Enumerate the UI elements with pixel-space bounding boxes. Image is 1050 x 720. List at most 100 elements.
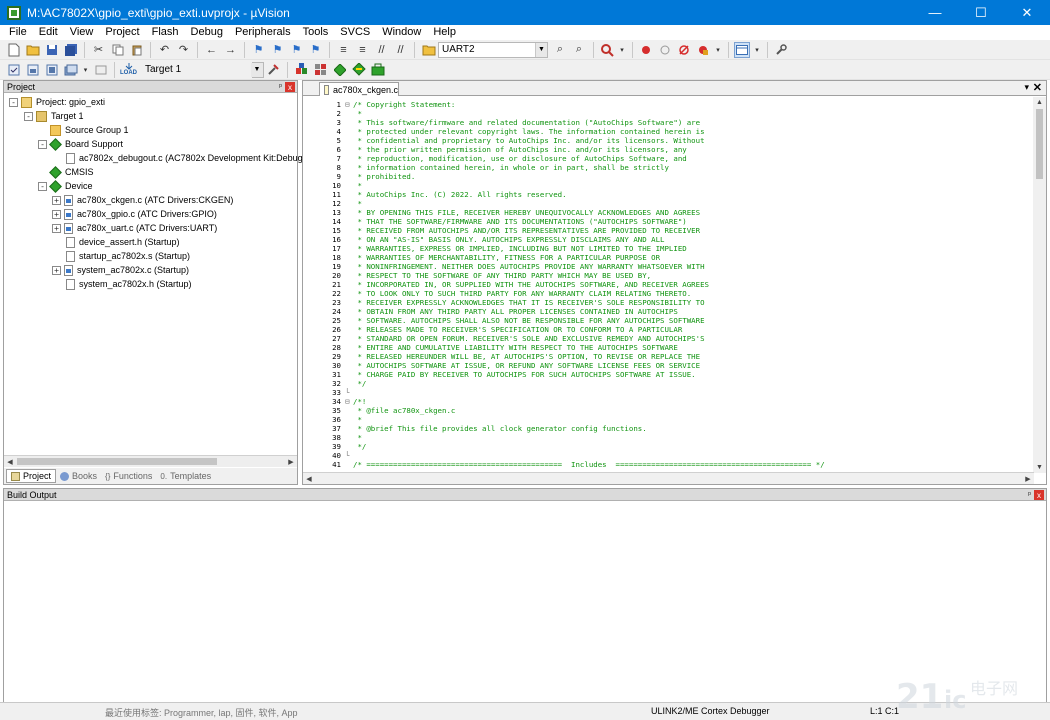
target-options-icon[interactable] [266,62,282,78]
comment-icon[interactable]: // [374,42,390,58]
find-combo[interactable]: UART2 ▼ [438,41,548,58]
code-line[interactable]: 26 * RELEASES MADE TO RECEIVER'S SPECIFI… [303,325,1033,334]
download-icon[interactable]: LOAD [120,62,137,78]
fold-marker[interactable]: ⊟ [345,397,352,406]
code-line[interactable]: 15 * RECEIVED FROM AUTOCHIPS AND/OR ITS … [303,226,1033,235]
expand-icon[interactable]: + [52,209,61,219]
fold-marker[interactable]: └ [345,388,352,397]
code-line[interactable]: 32 */ [303,379,1033,388]
find-in-files-icon[interactable] [421,42,437,58]
menu-file[interactable]: File [3,25,33,40]
redo-icon[interactable]: ↷ [176,42,192,58]
menu-peripherals[interactable]: Peripherals [229,25,297,40]
fold-marker[interactable]: ⊟ [345,100,352,109]
code-line[interactable]: 37 * @brief This file provides all clock… [303,424,1033,433]
scrollbar-thumb[interactable] [17,458,217,465]
target-combo[interactable]: Target 1 [142,62,252,78]
collapse-icon[interactable]: - [38,139,47,149]
collapse-icon[interactable]: - [24,111,33,121]
chevron-down-icon[interactable]: ▼ [251,62,263,77]
code-line[interactable]: 22 * TO LOOK ONLY TO SUCH THIRD PARTY FO… [303,289,1033,298]
expand-icon[interactable]: + [52,195,61,205]
clear-bookmarks-icon[interactable]: ⚑ [308,42,324,58]
tree-item-file[interactable]: + ac780x_gpio.c (ATC Drivers:GPIO) [52,207,217,221]
scroll-left-icon[interactable]: ◀ [4,456,16,467]
chevron-down-icon[interactable]: ▾ [82,62,90,78]
maximize-button[interactable]: ☐ [958,0,1004,25]
code-line[interactable]: 24 * OBTAIN FROM ANY THIRD PARTY ALL PRO… [303,307,1033,316]
menu-window[interactable]: Window [376,25,427,40]
expand-icon[interactable]: + [52,265,61,275]
scroll-left-icon[interactable]: ◀ [303,473,315,484]
code-line[interactable]: 19 * NONINFRINGEMENT. NEITHER DOES AUTOC… [303,262,1033,271]
code-line[interactable]: 30 * AUTOCHIPS SOFTWARE AT ISSUE, OR REF… [303,361,1033,370]
code-line[interactable]: 8 * information contained herein, in who… [303,163,1033,172]
manage-rte-icon[interactable] [313,62,329,78]
tree-item-file[interactable]: + ac780x_uart.c (ATC Drivers:UART) [52,221,217,235]
code-line[interactable]: 17 * WARRANTIES, EXPRESS OR IMPLIED, INC… [303,244,1033,253]
code-line[interactable]: 35 * @file ac780x_ckgen.c [303,406,1033,415]
scroll-right-icon[interactable]: ▶ [1022,473,1034,484]
tree-item-file[interactable]: system_ac7802x.h (Startup) [66,277,192,291]
file-extensions-icon[interactable] [294,62,310,78]
code-line[interactable]: 5 * confidential and proprietary to Auto… [303,136,1033,145]
chevron-down-icon[interactable]: ▾ [753,42,761,58]
new-file-icon[interactable] [6,42,22,58]
expand-icon[interactable]: + [52,223,61,233]
indent-icon[interactable]: ≡ [336,42,352,58]
code-line[interactable]: 1 ⊟/* Copyright Statement: [303,100,1033,109]
minimize-button[interactable]: — [912,0,958,25]
configure-icon[interactable] [773,42,789,58]
copy-icon[interactable] [110,42,126,58]
code-line[interactable]: 39 */ [303,442,1033,451]
code-line[interactable]: 36 * [303,415,1033,424]
tree-item-file[interactable]: startup_ac7802x.s (Startup) [66,249,190,263]
menu-project[interactable]: Project [99,25,145,40]
code-line[interactable]: 18 * WARRANTIES OF MERCHANTABILITY, FITN… [303,253,1033,262]
stop-build-icon[interactable] [93,62,109,78]
uncomment-icon[interactable]: // [393,42,409,58]
code-line[interactable]: 29 * RELEASED HEREUNDER WILL BE, AT AUTO… [303,352,1033,361]
menu-flash[interactable]: Flash [146,25,185,40]
collapse-icon[interactable]: - [9,97,18,107]
code-line[interactable]: 13 * BY OPENING THIS FILE, RECEIVER HERE… [303,208,1033,217]
close-tab-icon[interactable]: ✕ [1033,81,1042,94]
incremental-find-icon[interactable]: ⌕ [571,42,587,58]
code-line[interactable]: 7 * reproduction, modification, use or d… [303,154,1033,163]
save-all-icon[interactable] [63,42,79,58]
editor-horizontal-scrollbar[interactable]: ◀ ▶ [303,472,1034,484]
menu-edit[interactable]: Edit [33,25,64,40]
find-icon[interactable]: ⌕ [552,42,568,58]
tree-item-project[interactable]: - Project: gpio_exti [9,95,105,109]
code-line[interactable]: 33 └ [303,388,1033,397]
batch-build-icon[interactable] [63,62,79,78]
project-horizontal-scrollbar[interactable]: ◀ ▶ [4,455,297,467]
code-line[interactable]: 27 * STANDARD OR OPEN FORUM. RECEIVER'S … [303,334,1033,343]
code-line[interactable]: 20 * RESPECT TO THE SOFTWARE OF ANY THIR… [303,271,1033,280]
navigate-forward-icon[interactable]: → [223,42,239,58]
code-line[interactable]: 6 * the prior written permission of Auto… [303,145,1033,154]
code-line[interactable]: 40 └ [303,451,1033,460]
code-line[interactable]: 21 * INCORPORATED IN, OR SUPPLIED WITH T… [303,280,1033,289]
pin-icon[interactable]: ᵖ [1028,490,1031,500]
editor-vertical-scrollbar[interactable]: ▲ ▼ [1033,97,1046,473]
kill-breakpoints-icon[interactable] [695,42,711,58]
next-bookmark-icon[interactable]: ⚑ [289,42,305,58]
scroll-right-icon[interactable]: ▶ [285,456,297,467]
tree-item-file[interactable]: + ac780x_ckgen.c (ATC Drivers:CKGEN) [52,193,233,207]
menu-view[interactable]: View [64,25,100,40]
unindent-icon[interactable]: ≡ [355,42,371,58]
code-line[interactable]: 2 * [303,109,1033,118]
code-line[interactable]: 41 /* ===================================… [303,460,1033,469]
cut-icon[interactable]: ✂ [91,42,107,58]
code-line[interactable]: 9 * prohibited. [303,172,1033,181]
code-line[interactable]: 10 * [303,181,1033,190]
translate-icon[interactable] [6,62,22,78]
menu-debug[interactable]: Debug [185,25,229,40]
collapse-icon[interactable]: - [38,181,47,191]
tab-functions[interactable]: {} Functions [101,469,156,483]
tree-item-target[interactable]: - Target 1 [24,109,84,123]
tree-item-source-group[interactable]: Source Group 1 [50,123,129,137]
tab-books[interactable]: Books [56,469,101,483]
code-line[interactable]: 34 ⊟/*! [303,397,1033,406]
